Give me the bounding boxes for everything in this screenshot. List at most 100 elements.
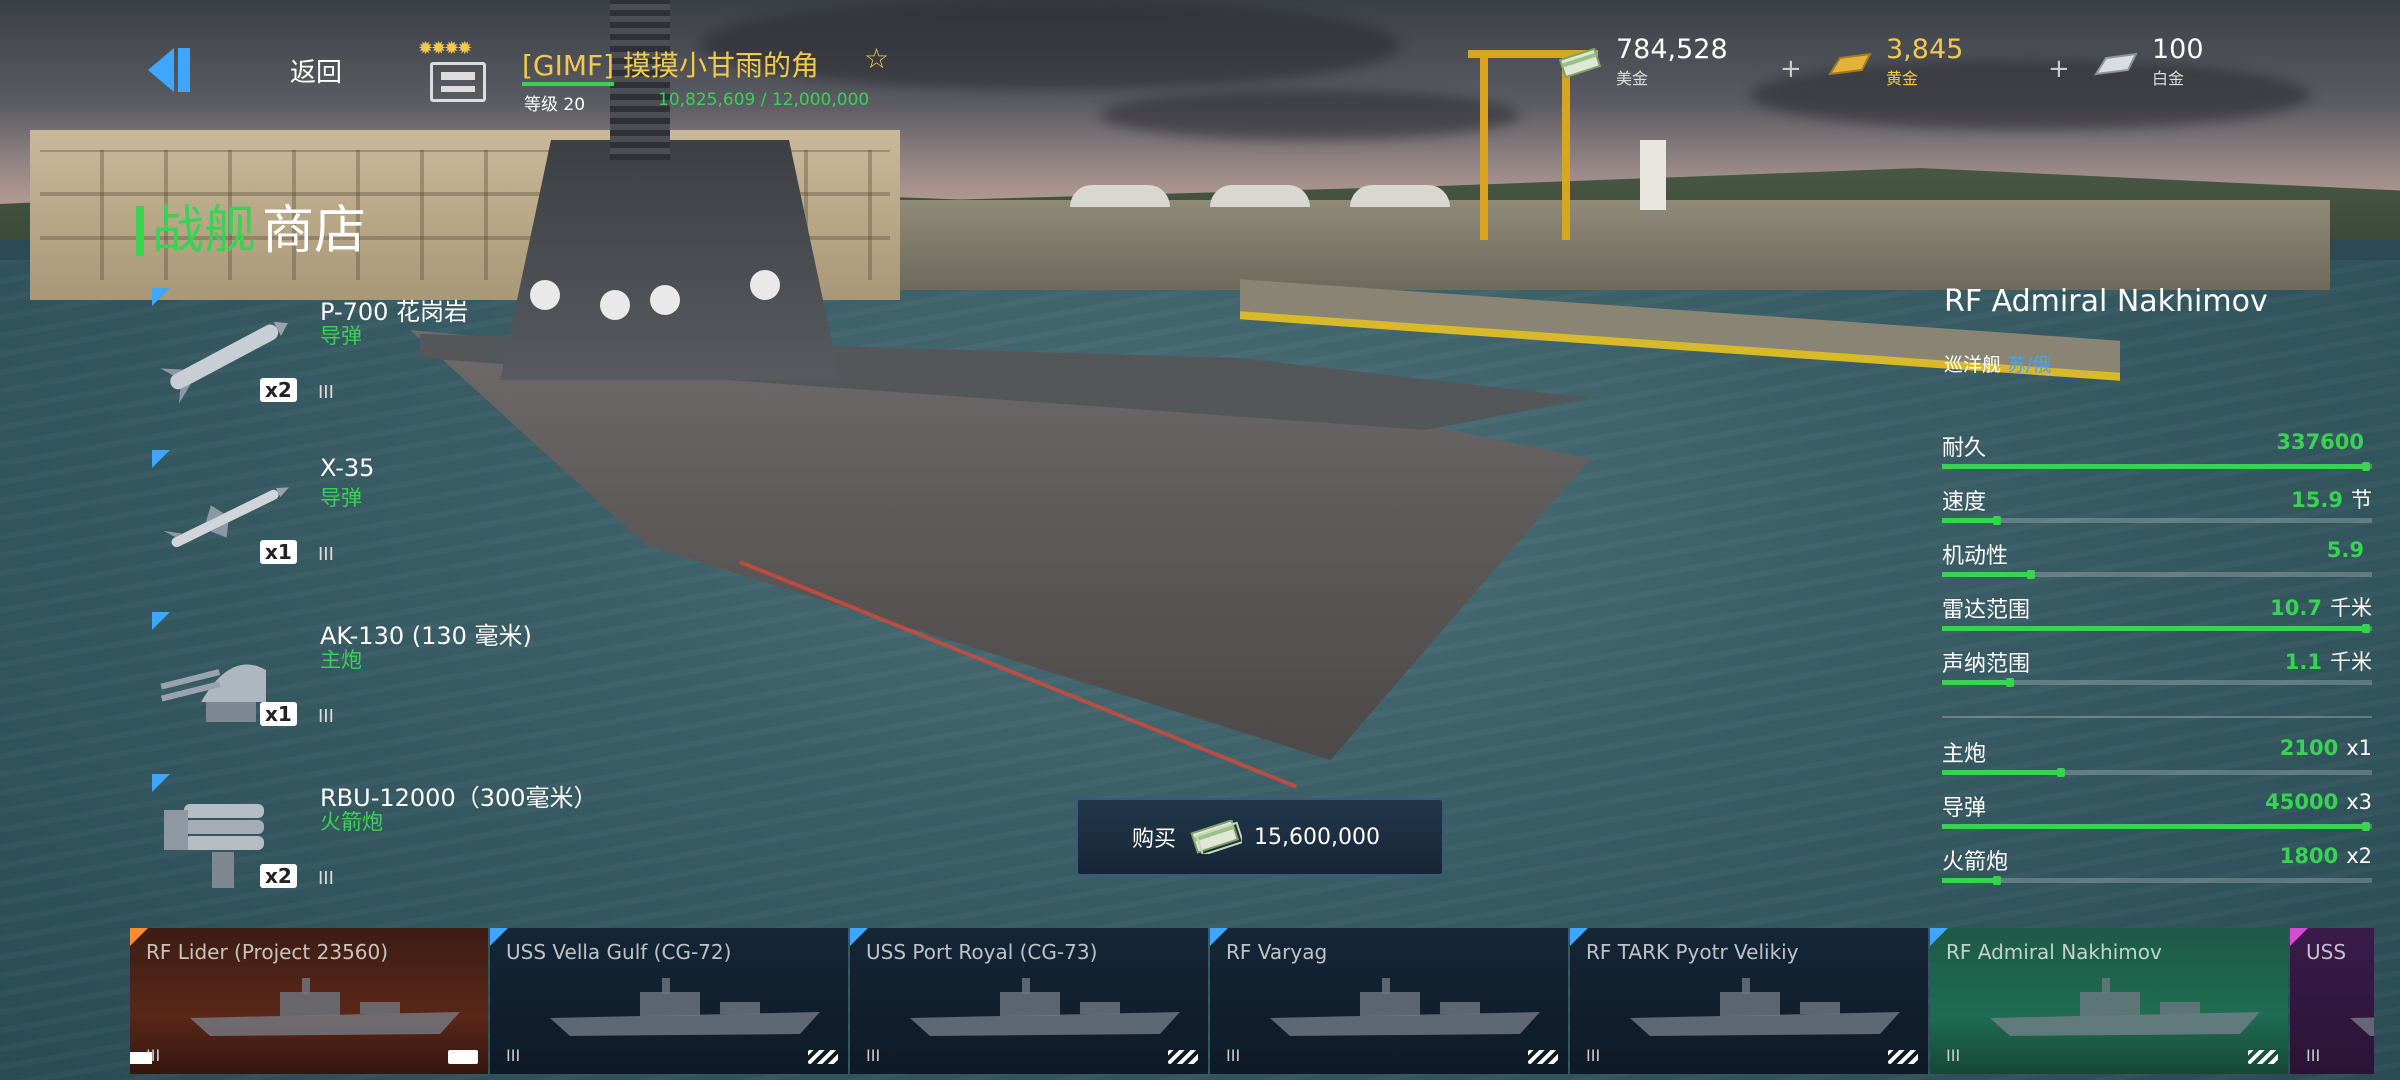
platinum-value: 100	[2152, 34, 2204, 65]
ship-nation-tag: 苏/俄	[2007, 354, 2052, 376]
ship-card-name: USS Vella Gulf (CG-72)	[506, 940, 732, 964]
player-xp: 10,825,609 / 12,000,000	[658, 90, 870, 110]
ship-carousel[interactable]: RF Lider (Project 23560) III USS Vella Gul…	[130, 928, 2400, 1074]
ship-silhouette-icon	[1630, 978, 1900, 1036]
card-badge-icon	[1168, 1050, 1198, 1064]
stat-unit: 千米	[2330, 596, 2372, 620]
ship-card-name: RF TARK Pyotr Velikiy	[1586, 940, 1799, 964]
ship-card-selected[interactable]: RF Admiral Nakhimov III	[1930, 928, 2288, 1074]
ship-card[interactable]: USS Vella Gulf (CG-72) III	[490, 928, 848, 1074]
stats-divider	[1942, 716, 2372, 718]
ship-card-tier: III	[2306, 1046, 2321, 1065]
stat-bar-fill	[1942, 462, 2370, 471]
card-badge-icon	[448, 1050, 478, 1064]
stat-unit: x1	[2346, 736, 2372, 760]
stat-row: 主炮 2100 x1	[1942, 736, 2372, 788]
ship-card-tier: III	[506, 1046, 521, 1065]
currency-gold[interactable]: 3,845 黄金	[1826, 34, 1963, 89]
stat-value: 15.9 节	[2291, 484, 2372, 514]
weapon-slot[interactable]: P-700 花岗岩 导弹 x2 III	[150, 288, 650, 438]
add-cash-button[interactable]: +	[1780, 54, 1802, 84]
cash-label: 美金	[1616, 69, 1649, 88]
ship-card[interactable]: RF Lider (Project 23560) III	[130, 928, 488, 1074]
weapon-tier: III	[318, 868, 334, 889]
stat-row: 耐久 337600	[1942, 430, 2372, 482]
ship-silhouette-icon	[1990, 978, 2260, 1036]
page-title-category: 战舰	[152, 201, 257, 261]
ship-card-tier: III	[1586, 1046, 1601, 1065]
page-title-section: 商店	[262, 201, 367, 261]
platinum-bar-icon	[2094, 52, 2138, 76]
weapon-count: x2	[260, 864, 297, 888]
stat-label: 机动性	[1942, 544, 2009, 569]
stat-value: 337600	[2276, 430, 2372, 454]
back-button[interactable]: 返回	[148, 48, 342, 92]
slot-corner-icon	[152, 774, 170, 792]
buy-price: 15,600,000	[1254, 824, 1380, 850]
weapon-slot[interactable]: AK-130 (130 毫米) 主炮 x1 III	[150, 612, 650, 762]
weapon-tier: III	[318, 382, 334, 403]
ship-card-tier: III	[1946, 1046, 1961, 1065]
stat-number: 337600	[2276, 430, 2364, 454]
player-level: 等级 20	[524, 95, 586, 115]
back-label: 返回	[290, 57, 343, 88]
radar-dome	[750, 270, 780, 300]
weapon-tier: III	[318, 706, 334, 727]
currency-platinum[interactable]: 100 白金	[2092, 34, 2204, 89]
weapon-slot[interactable]: X-35 导弹 x1 III	[150, 450, 650, 600]
stat-label: 耐久	[1942, 436, 1987, 461]
slot-corner-icon	[152, 450, 170, 468]
card-badge-icon	[1528, 1050, 1558, 1064]
add-gold-button[interactable]: +	[2048, 54, 2070, 84]
stat-bar-fill	[1942, 570, 2036, 579]
player-name: [GIMF] 摸摸小甘雨的角	[522, 44, 819, 84]
stat-bar	[1942, 462, 2372, 471]
stat-row: 声纳范围 1.1 千米	[1942, 646, 2372, 698]
card-badge-icon	[2248, 1050, 2278, 1064]
ship-card[interactable]: RF Varyag III	[1210, 928, 1568, 1074]
stat-bar-fill	[1942, 822, 2370, 831]
gold-label: 黄金	[1886, 69, 1919, 88]
stat-unit: x2	[2346, 844, 2372, 868]
stat-value: 1.1 千米	[2285, 646, 2372, 676]
weapon-name: X-35	[320, 454, 375, 482]
stat-number: 15.9	[2291, 488, 2343, 512]
ship-card-tier: III	[1226, 1046, 1241, 1065]
stat-label: 火箭炮	[1942, 850, 2009, 875]
ship-name: RF Admiral Nakhimov	[1944, 284, 2268, 319]
stat-bar-fill	[1942, 876, 2002, 885]
gold-value: 3,845	[1886, 34, 1964, 65]
ship-card[interactable]: USS Port Royal (CG-73) III	[850, 928, 1208, 1074]
stat-bar-fill	[1942, 678, 2014, 687]
card-badge-icon	[1888, 1050, 1918, 1064]
weapon-type: 导弹	[320, 486, 362, 510]
rank-insignia-icon	[430, 62, 486, 102]
stat-number: 1800	[2279, 844, 2339, 868]
platinum-label: 白金	[2152, 69, 2185, 88]
currency-cash[interactable]: 784,528 美金	[1556, 34, 1728, 89]
buy-button[interactable]: 购买 15,600,000	[1076, 798, 1444, 876]
slot-corner-icon	[152, 612, 170, 630]
stat-number: 10.7	[2270, 596, 2322, 620]
stat-number: 5.9	[2326, 538, 2364, 562]
carousel-scroll-indicator	[130, 1052, 152, 1064]
weapon-tier: III	[318, 544, 334, 565]
rank-stars: ✹✹✹✹	[418, 38, 472, 59]
stat-number: 1.1	[2284, 650, 2322, 674]
stat-value: 5.9	[2327, 538, 2372, 562]
stat-value: 2100 x1	[2280, 736, 2372, 760]
weapon-slot[interactable]: RBU-12000（300毫米） 火箭炮 x2 III	[150, 774, 650, 924]
stat-bar	[1942, 624, 2372, 633]
radar-dome	[650, 285, 680, 315]
xp-progress-bar	[522, 82, 614, 86]
stat-row: 导弹 45000 x3	[1942, 790, 2372, 842]
control-tower	[1640, 140, 1666, 210]
stat-bar	[1942, 516, 2372, 525]
ship-card[interactable]: USS III	[2290, 928, 2374, 1074]
player-nickname: 摸摸小甘雨的角	[622, 49, 819, 82]
stat-bar-fill	[1942, 624, 2370, 633]
ship-card[interactable]: RF TARK Pyotr Velikiy III	[1570, 928, 1928, 1074]
stat-label: 速度	[1942, 490, 1987, 515]
weapon-count: x1	[260, 702, 297, 726]
stat-label: 导弹	[1942, 796, 1987, 821]
